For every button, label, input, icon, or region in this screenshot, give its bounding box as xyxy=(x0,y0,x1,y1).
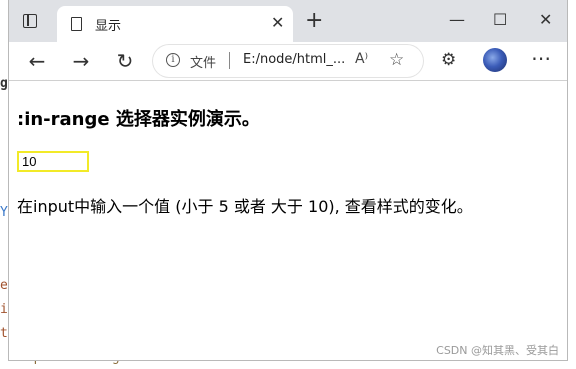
address-bar[interactable]: i 文件 E:/node/html_... A⁾ ☆ xyxy=(153,45,423,77)
background-fragment: Y xyxy=(0,205,8,220)
favorite-icon[interactable]: ☆ xyxy=(389,50,404,70)
address-divider xyxy=(229,52,230,69)
watermark: CSDN @知其黑、受其白 xyxy=(436,344,559,357)
navigation-toolbar: ← → ↻ i 文件 E:/node/html_... A⁾ ☆ ⚙ ⋯ xyxy=(9,42,567,81)
browser-window: 显示 ✕ + — ☐ ✕ ← → ↻ i 文件 E:/node/html_...… xyxy=(8,0,568,361)
page-description: 在input中输入一个值 (小于 5 或者 大于 10), 查看样式的变化。 xyxy=(17,197,473,216)
read-aloud-icon[interactable]: A⁾ xyxy=(355,51,368,67)
page-heading: :in-range 选择器实例演示。 xyxy=(17,109,260,130)
maximize-button[interactable]: ☐ xyxy=(493,10,507,30)
address-scheme-label: 文件 xyxy=(190,56,217,71)
background-fragment: t xyxy=(0,326,8,341)
background-fragment: i xyxy=(0,302,8,317)
close-window-button[interactable]: ✕ xyxy=(539,10,552,30)
new-tab-button[interactable]: + xyxy=(305,10,323,32)
more-menu-icon[interactable]: ⋯ xyxy=(531,46,551,70)
forward-button[interactable]: → xyxy=(68,48,94,74)
minimize-button[interactable]: — xyxy=(449,10,465,30)
tab-active[interactable]: 显示 ✕ xyxy=(57,6,293,42)
extensions-icon[interactable]: ⚙ xyxy=(441,50,456,70)
background-fragment: g xyxy=(0,76,8,91)
background-fragment: e xyxy=(0,278,8,293)
tab-close-icon[interactable]: ✕ xyxy=(271,14,284,32)
refresh-button[interactable]: ↻ xyxy=(112,48,138,74)
back-button[interactable]: ← xyxy=(24,48,50,74)
info-icon[interactable]: i xyxy=(166,53,180,67)
number-input[interactable] xyxy=(17,151,89,172)
tab-actions-icon[interactable] xyxy=(23,14,37,28)
profile-avatar[interactable] xyxy=(483,48,507,72)
page-content: :in-range 选择器实例演示。 在input中输入一个值 (小于 5 或者… xyxy=(9,81,567,360)
address-url[interactable]: E:/node/html_... xyxy=(243,52,345,67)
document-icon xyxy=(71,17,82,31)
tab-bar: 显示 ✕ + — ☐ ✕ xyxy=(9,0,567,42)
tab-title: 显示 xyxy=(95,19,122,34)
